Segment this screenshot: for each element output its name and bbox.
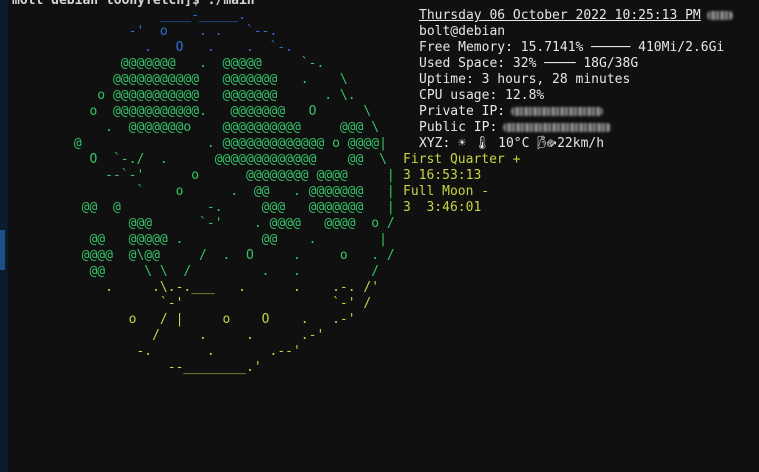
- free-memory-row: Free Memory: 15.7141% ───── 410Mi/2.6Gi: [419, 40, 725, 55]
- uptime-row: Uptime: 3 hours, 28 minutes: [419, 72, 631, 87]
- moon-art-line: / . . .-': [66, 328, 325, 343]
- moon-phase-2-name: Full Moon -: [403, 184, 490, 199]
- terminal-window[interactable]: mott debian toonyfetch]$ ./main ____-___…: [8, 0, 759, 472]
- thermometer-icon: 🌡: [473, 136, 491, 151]
- redacted-private-ip: [511, 107, 604, 116]
- moon-art-line: @@ @ -. @@@ @@@@@@@ |: [66, 200, 395, 215]
- moon-ascii-art: ____-_____. -' o . . `--. . O . . `-. @@…: [66, 8, 395, 376]
- user-host: bolt@debian: [419, 24, 506, 39]
- moon-art-line: ` o . @@ . @@@@@@@ |: [66, 184, 395, 199]
- temperature-value: 10°C: [498, 136, 530, 151]
- moon-art-line: --________.': [66, 360, 262, 375]
- moon-phase-1-time: 3 16:53:13: [403, 168, 482, 183]
- moon-art-line: . .\.-.___ . . .-. /': [66, 280, 380, 295]
- redacted-timezone: [706, 11, 733, 20]
- moon-art-line: o / | o O . .-': [66, 312, 356, 327]
- moon-phase-info: First Quarter + 3 16:53:13 Full Moon - 3…: [403, 152, 520, 216]
- private-ip-label: Private IP:: [419, 104, 506, 119]
- moon-art-line: -' o . . `--.: [66, 24, 278, 39]
- moon-art-line: o @@@@@@@@@@@. @@@@@@@ O \: [66, 104, 372, 119]
- redacted-public-ip: [503, 123, 612, 132]
- moon-art-line: @@@@@@@ . @@@@@ `-.: [66, 56, 325, 71]
- moon-art-line: . O . . `-.: [66, 40, 293, 55]
- moon-art-line: ____-_____.: [66, 8, 247, 23]
- system-info-panel: Thursday 06 October 2022 10:25:13 PM bol…: [419, 8, 733, 152]
- weather-row: XYZ: ☀ 🌡 10°C 🌬↗22km/h: [419, 136, 733, 152]
- date-text: Thursday 06 October 2022 10:25:13 PM: [419, 8, 701, 23]
- moon-art-line: @@@@@@@@@@@ @@@@@@@ . \: [66, 72, 348, 87]
- moon-art-line: --`-' o @@@@@@@@ @@@@ |: [66, 168, 395, 183]
- date-row: Thursday 06 October 2022 10:25:13 PM: [419, 8, 733, 24]
- moon-phase-2-time: 3 3:46:01: [403, 200, 482, 215]
- wind-icon: 🌬: [537, 136, 554, 151]
- moon-art-line: @@@ `-' . @@@@ @@@@ o /: [66, 216, 395, 231]
- moon-art-line: `-' `-' /: [66, 296, 372, 311]
- sun-icon: ☀: [458, 136, 466, 151]
- background-edge-accent: [0, 230, 5, 270]
- background-edge-strip: [0, 0, 8, 472]
- moon-art-line: O `-./ . @@@@@@@@@@@@@ @@ \: [66, 152, 387, 167]
- moon-phase-1-name: First Quarter +: [403, 152, 521, 167]
- cpu-usage-row: CPU usage: 12.8%: [419, 88, 545, 103]
- public-ip-label: Public IP:: [419, 120, 498, 135]
- moon-art-line: -. . .--': [66, 344, 301, 359]
- moon-art-line: @@ \ \ / . . /: [66, 264, 380, 279]
- public-ip-row: Public IP:: [419, 120, 733, 136]
- wind-value: ↗22km/h: [549, 136, 605, 151]
- weather-label: XYZ:: [419, 136, 451, 151]
- moon-art-line: . @@@@@@@o @@@@@@@@@@ @@@ \: [66, 120, 380, 135]
- moon-art-line: o @@@@@@@@@@@ @@@@@@@ . \.: [66, 88, 356, 103]
- moon-art-line: @@@@ @\@@ / . O . o . /: [66, 248, 395, 263]
- moon-art-line: @@ @@@@@ . @@ . |: [66, 232, 387, 247]
- used-space-row: Used Space: 32% ──── 18G/38G: [419, 56, 639, 71]
- private-ip-row: Private IP:: [419, 104, 733, 120]
- moon-art-line: @ . @@@@@@@@@@@@@ o @@@@|: [66, 136, 387, 151]
